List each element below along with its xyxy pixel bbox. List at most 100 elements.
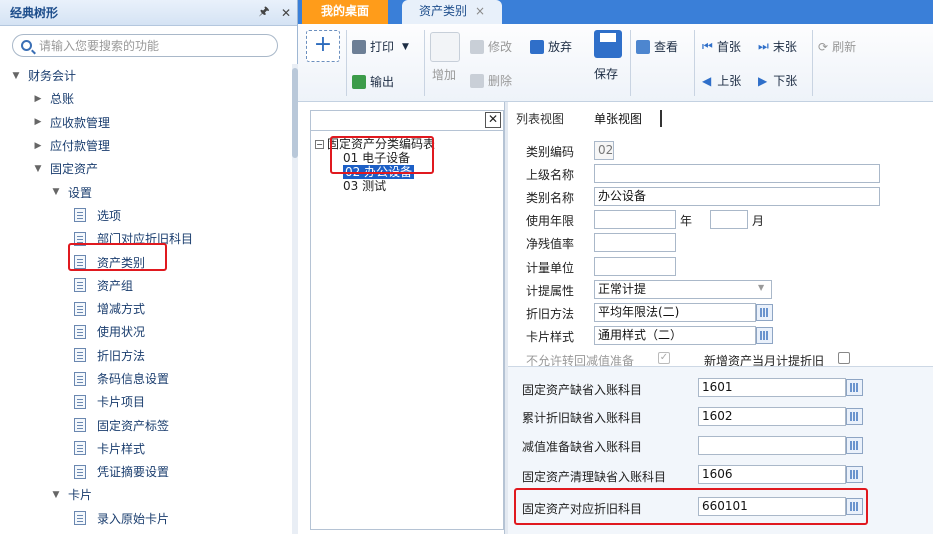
sidebar-item[interactable]: 卡片项目 — [0, 390, 292, 413]
sidebar-item[interactable]: 录入原始卡片 — [0, 507, 292, 530]
document-icon — [74, 511, 86, 526]
print-button[interactable]: 打印 ▼ — [352, 38, 409, 55]
acc-fa-picker-icon[interactable] — [846, 379, 863, 396]
sidebar-item-label: 固定资产标签 — [97, 418, 170, 433]
document-icon — [74, 324, 86, 339]
tab-single-view[interactable]: 单张视图 — [594, 110, 663, 127]
class-node[interactable]: 03 测试 — [343, 177, 386, 194]
chevron-down-icon[interactable]: ▼ — [402, 42, 409, 52]
sidebar-item[interactable]: 选项 — [0, 204, 292, 227]
style-picker-icon[interactable] — [756, 327, 773, 344]
method-field[interactable]: 平均年限法(二) — [594, 303, 756, 322]
code-label: 类别编码 — [526, 145, 575, 159]
life-months-field[interactable] — [710, 210, 748, 229]
last-icon: ⏭ — [758, 39, 769, 53]
name-field[interactable]: 办公设备 — [594, 187, 880, 206]
add-icon[interactable] — [430, 32, 460, 62]
search-icon — [21, 40, 32, 51]
tab-list-view[interactable]: 列表视图 — [516, 110, 564, 127]
sidebar-item[interactable]: 增减方式 — [0, 297, 292, 320]
life-years-field[interactable] — [594, 210, 676, 229]
code-field[interactable]: 02 — [594, 141, 614, 160]
sidebar-item-label: 凭证摘要设置 — [97, 465, 170, 480]
residual-label: 净残值率 — [526, 237, 575, 251]
tab-my-desktop[interactable]: 我的桌面 — [302, 0, 388, 24]
chevron-down-icon[interactable]: ▼ — [50, 187, 62, 197]
toolbar: + 打印 ▼ 输出 增加 修改 删除 放弃 保存 查看 ⏮ 首张 ⏭ 末张 ◀ 上张 ▶… — [298, 24, 933, 102]
new-month-checkbox[interactable] — [838, 352, 850, 364]
acc-fa-field[interactable]: 1601 — [698, 378, 846, 397]
sidebar-item[interactable]: 卡片样式 — [0, 437, 292, 460]
acc-imp-picker-icon[interactable] — [846, 437, 863, 454]
life-label: 使用年限 — [526, 214, 575, 228]
sidebar-item-label: 录入原始卡片 — [97, 511, 170, 526]
chevron-down-icon[interactable]: ▼ — [758, 283, 764, 292]
delete-button[interactable]: 删除 — [470, 72, 512, 89]
year-unit: 年 — [680, 214, 693, 228]
acc-imp-field[interactable] — [698, 436, 846, 455]
document-icon — [74, 278, 86, 293]
export-button[interactable]: 输出 — [352, 73, 394, 90]
sidebar-item[interactable]: ▼ 固定资产 — [0, 157, 292, 180]
first-icon: ⏮ — [702, 39, 713, 53]
acc-dep-field[interactable]: 1602 — [698, 407, 846, 426]
save-icon[interactable] — [594, 30, 622, 58]
tab-close-icon[interactable]: × — [475, 4, 485, 18]
sidebar-item[interactable]: 凭证摘要设置 — [0, 460, 292, 483]
collapse-icon[interactable]: − — [315, 140, 324, 149]
accrual-select[interactable]: 正常计提 — [594, 280, 772, 299]
view-button[interactable]: 查看 — [636, 38, 678, 55]
view-tabs: 列表视图 单张视图 — [508, 102, 933, 132]
chevron-right-icon[interactable]: ▶ — [32, 117, 44, 127]
quick-add-button[interactable]: + — [306, 30, 340, 62]
method-picker-icon[interactable] — [756, 304, 773, 321]
clear-filter-icon[interactable]: ✕ — [485, 112, 501, 128]
sidebar-item[interactable]: ▼ 财务会计 — [0, 64, 292, 87]
sidebar-item[interactable]: 使用状况 — [0, 320, 292, 343]
sidebar-item[interactable]: 资产组 — [0, 274, 292, 297]
chevron-down-icon[interactable]: ▼ — [50, 490, 62, 500]
sidebar-item[interactable]: ▼ 设置 — [0, 180, 292, 203]
sidebar-item[interactable]: ▶ 总账 — [0, 87, 292, 110]
chevron-right-icon[interactable]: ▶ — [32, 94, 44, 104]
sidebar-item[interactable]: ▶ 应付款管理 — [0, 134, 292, 157]
export-icon — [352, 74, 366, 89]
tab-asset-class[interactable]: 资产类别 × — [402, 0, 502, 24]
sidebar-item[interactable]: ▼ 卡片 — [0, 483, 292, 506]
chevron-right-icon[interactable]: ▶ — [32, 141, 44, 151]
save-button[interactable]: 保存 — [594, 65, 618, 82]
sidebar-item-label: 卡片项目 — [97, 395, 146, 410]
unit-field[interactable] — [594, 257, 676, 276]
first-card-button[interactable]: ⏮ 首张 — [702, 38, 741, 55]
sidebar-item[interactable]: ▶ 应收款管理 — [0, 111, 292, 134]
class-filter-input[interactable] — [311, 111, 503, 131]
residual-field[interactable] — [594, 233, 676, 252]
acc-clean-field[interactable]: 1606 — [698, 465, 846, 484]
sidebar-item[interactable]: 条码信息设置 — [0, 367, 292, 390]
style-field[interactable]: 通用样式（二） — [594, 326, 756, 345]
search-input[interactable]: 请输入您要搜索的功能 — [12, 34, 278, 57]
sidebar-item[interactable]: 折旧方法 — [0, 344, 292, 367]
no-reversal-checkbox[interactable]: ✓ — [658, 352, 670, 364]
discard-button[interactable]: 放弃 — [530, 38, 572, 55]
last-card-button[interactable]: ⏭ 末张 — [758, 38, 797, 55]
sidebar-header: 经典树形 🖈 ✕ — [0, 0, 297, 26]
close-icon[interactable]: ✕ — [275, 6, 297, 20]
next-card-button[interactable]: ▶ 下张 — [758, 72, 797, 89]
acc-dep-picker-icon[interactable] — [846, 408, 863, 425]
pencil-icon — [470, 39, 484, 54]
chevron-down-icon[interactable]: ▼ — [32, 164, 44, 174]
chevron-down-icon[interactable]: ▼ — [10, 71, 22, 81]
month-unit: 月 — [752, 214, 765, 228]
parent-field[interactable] — [594, 164, 880, 183]
tab-asset-class-label: 资产类别 — [418, 4, 467, 18]
add-button[interactable]: 增加 — [432, 66, 456, 83]
acc-clean-picker-icon[interactable] — [846, 466, 863, 483]
edit-button[interactable]: 修改 — [470, 38, 512, 55]
prev-card-button[interactable]: ◀ 上张 — [702, 72, 741, 89]
tab-bar: 我的桌面 资产类别 × — [298, 0, 933, 24]
pin-icon[interactable]: 🖈 — [253, 2, 275, 23]
refresh-button[interactable]: ⟳ 刷新 — [818, 38, 856, 55]
sidebar-item[interactable]: 固定资产标签 — [0, 413, 292, 436]
trash-icon — [470, 73, 484, 88]
